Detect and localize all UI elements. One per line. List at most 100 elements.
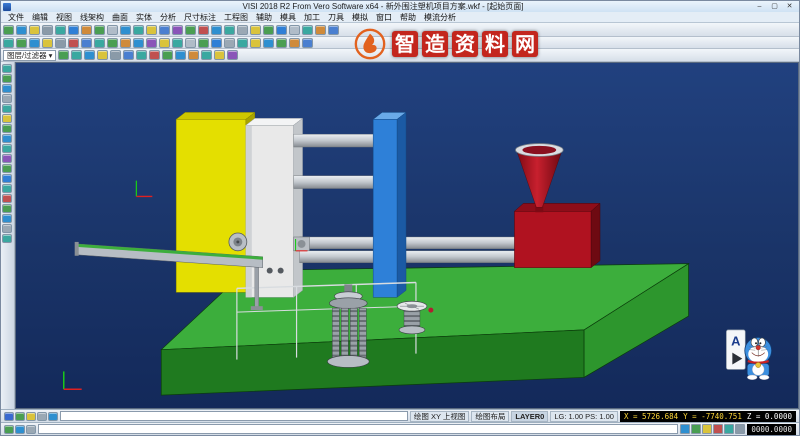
menu-item[interactable]: 窗口 (372, 12, 396, 23)
toolbar-icon[interactable] (2, 144, 12, 153)
toolbar-icon[interactable] (58, 50, 69, 60)
toolbar-icon[interactable] (250, 25, 261, 35)
toolbar-icon[interactable] (2, 194, 12, 203)
menu-item[interactable]: 刀具 (324, 12, 348, 23)
toolbar-icon[interactable] (159, 38, 170, 48)
toolbar-icon[interactable] (276, 38, 287, 48)
toolbar-icon[interactable] (4, 425, 14, 434)
toolbar-icon[interactable] (276, 25, 287, 35)
viewport-3d[interactable]: A (15, 62, 799, 409)
menu-item[interactable]: 文件 (4, 12, 28, 23)
layer-filter-dropdown[interactable]: 图层/过滤器 ▾ (3, 50, 56, 61)
snap-toggle[interactable] (724, 424, 734, 434)
toolbar-icon[interactable] (136, 50, 147, 60)
command-input[interactable] (60, 411, 408, 421)
toolbar-icon[interactable] (29, 25, 40, 35)
menu-item[interactable]: 视图 (52, 12, 76, 23)
injection-unit-red-block[interactable] (514, 203, 600, 267)
toolbar-icon[interactable] (42, 38, 53, 48)
toolbar-icon[interactable] (302, 38, 313, 48)
toolbar-icon[interactable] (2, 214, 12, 223)
fixed-platen-blue-plate[interactable] (373, 112, 406, 297)
toolbar-icon[interactable] (224, 38, 235, 48)
toolbar-icon[interactable] (133, 25, 144, 35)
toolbar-icon[interactable] (328, 25, 339, 35)
menu-item[interactable]: 实体 (132, 12, 156, 23)
tie-bar-upper-2[interactable] (294, 176, 375, 189)
maximize-button[interactable]: ▢ (767, 2, 782, 12)
toolbar-icon[interactable] (97, 50, 108, 60)
toolbar-icon[interactable] (172, 25, 183, 35)
toolbar-icon[interactable] (15, 425, 25, 434)
menu-item[interactable]: 加工 (300, 12, 324, 23)
toolbar-icon[interactable] (3, 38, 14, 48)
toolbar-icon[interactable] (4, 412, 14, 421)
toolbar-icon[interactable] (2, 94, 12, 103)
toolbar-icon[interactable] (84, 50, 95, 60)
toolbar-icon[interactable] (68, 25, 79, 35)
toolbar-icon[interactable] (94, 25, 105, 35)
toolbar-icon[interactable] (185, 38, 196, 48)
toolbar-icon[interactable] (211, 25, 222, 35)
toolbar-icon[interactable] (201, 50, 212, 60)
toolbar-icon[interactable] (162, 50, 173, 60)
toolbar-icon[interactable] (110, 50, 121, 60)
injection-barrel-1[interactable] (300, 237, 516, 249)
toolbar-icon[interactable] (26, 425, 36, 434)
toolbar-icon[interactable] (55, 38, 66, 48)
toolbar-icon[interactable] (263, 38, 274, 48)
menu-item[interactable]: 辅助 (252, 12, 276, 23)
injection-barrel-2[interactable] (300, 251, 516, 263)
toolbar-icon[interactable] (263, 25, 274, 35)
toolbar-icon[interactable] (237, 25, 248, 35)
toolbar-icon[interactable] (3, 25, 14, 35)
toolbar-icon[interactable] (68, 38, 79, 48)
toolbar-icon[interactable] (188, 50, 199, 60)
menu-item[interactable]: 曲面 (108, 12, 132, 23)
snap-toggle[interactable] (702, 424, 712, 434)
toolbar-icon[interactable] (224, 25, 235, 35)
close-button[interactable]: ✕ (782, 2, 797, 12)
toolbar-icon[interactable] (2, 164, 12, 173)
toolbar-icon[interactable] (146, 25, 157, 35)
toolbar-icon[interactable] (48, 412, 58, 421)
toolbar-icon[interactable] (172, 38, 183, 48)
toolbar-icon[interactable] (2, 174, 12, 183)
workplane-indicator[interactable]: 绘图 XY 上视图 (410, 411, 470, 422)
toolbar-icon[interactable] (175, 50, 186, 60)
menu-item[interactable]: 模具 (276, 12, 300, 23)
scale-indicator[interactable]: LG: 1.00 PS: 1.00 (550, 411, 618, 422)
menu-item[interactable]: 分析 (156, 12, 180, 23)
toolbar-icon[interactable] (315, 25, 326, 35)
toolbar-icon[interactable] (16, 38, 27, 48)
hopper-cone[interactable] (515, 144, 563, 213)
toolbar-icon[interactable] (15, 412, 25, 421)
toolbar-icon[interactable] (2, 64, 12, 73)
menu-item[interactable]: 模流分析 (420, 12, 460, 23)
minimize-button[interactable]: – (752, 2, 767, 12)
snap-toggle[interactable] (691, 424, 701, 434)
toolbar-icon[interactable] (2, 234, 12, 243)
snap-toggle[interactable] (680, 424, 690, 434)
toolbar-icon[interactable] (2, 154, 12, 163)
toolbar-icon[interactable] (2, 134, 12, 143)
toolbar-icon[interactable] (214, 50, 225, 60)
toolbar-icon[interactable] (94, 38, 105, 48)
toolbar-icon[interactable] (42, 25, 53, 35)
tie-bar-upper-1[interactable] (294, 134, 375, 147)
toolbar-icon[interactable] (81, 38, 92, 48)
toolbar-icon[interactable] (159, 25, 170, 35)
toolbar-icon[interactable] (289, 38, 300, 48)
toolbar-icon[interactable] (81, 25, 92, 35)
toolbar-icon[interactable] (146, 38, 157, 48)
snap-toggle[interactable] (735, 424, 745, 434)
toolbar-icon[interactable] (198, 25, 209, 35)
menu-item[interactable]: 线架构 (76, 12, 108, 23)
toolbar-icon[interactable] (133, 38, 144, 48)
menu-item[interactable]: 编辑 (28, 12, 52, 23)
toolbar-icon[interactable] (71, 50, 82, 60)
toolbar-icon[interactable] (26, 412, 36, 421)
toolbar-icon[interactable] (29, 38, 40, 48)
toolbar-icon[interactable] (2, 124, 12, 133)
toolbar-icon[interactable] (227, 50, 238, 60)
